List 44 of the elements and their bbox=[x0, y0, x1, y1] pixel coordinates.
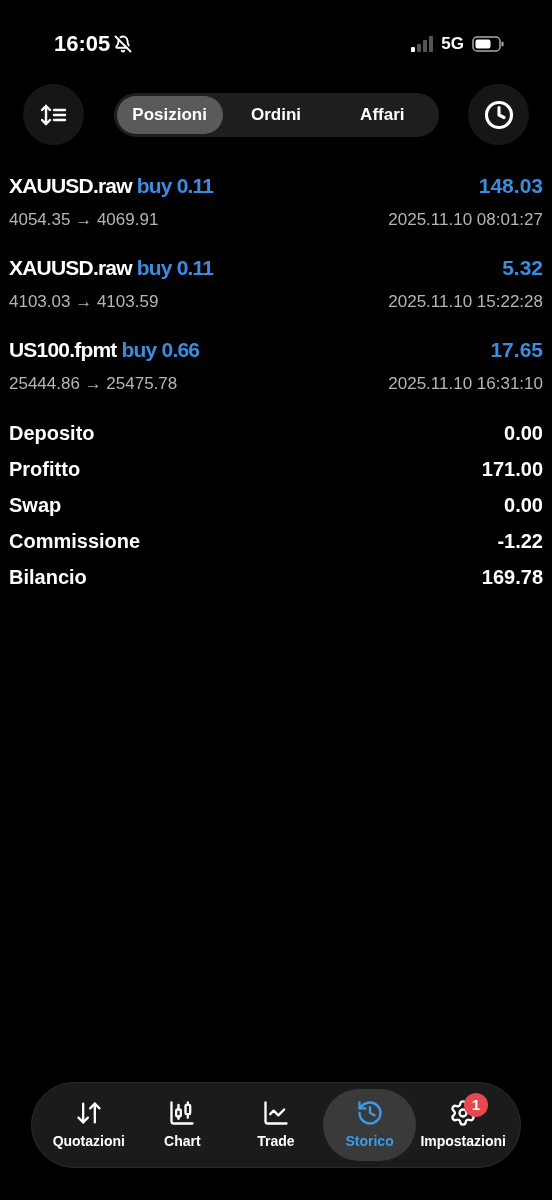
signal-icon bbox=[411, 35, 434, 52]
tab-bar-item[interactable]: Quotazioni bbox=[42, 1089, 136, 1161]
segment-tab[interactable]: Affari bbox=[329, 95, 436, 134]
summary-label: Swap bbox=[9, 493, 62, 518]
summary-label: Deposito bbox=[9, 421, 95, 446]
trade-time: 2025.11.10 08:01:27 bbox=[388, 208, 543, 231]
trade-symbol: XAUUSD.raw bbox=[9, 255, 132, 281]
line-chart-icon bbox=[262, 1098, 290, 1127]
summary-label: Bilancio bbox=[9, 565, 87, 590]
trade-time: 2025.11.10 15:22:28 bbox=[388, 290, 543, 313]
candlestick-icon bbox=[168, 1098, 197, 1127]
trade-side: buy 0.11 bbox=[136, 173, 214, 199]
tab-bar-item[interactable]: Storico bbox=[322, 1089, 417, 1161]
trade-prices: 4103.03 → 4103.59 bbox=[9, 290, 159, 313]
battery-icon bbox=[472, 35, 504, 52]
trade-symbol: US100.fpmt bbox=[9, 337, 117, 363]
trade-side: buy 0.66 bbox=[121, 337, 200, 363]
summary-value: 0.00 bbox=[504, 421, 543, 446]
trade-prices: 25444.86 → 25475.78 bbox=[9, 372, 178, 395]
segment-tab[interactable]: Posizioni bbox=[116, 95, 223, 134]
trade-profit: 5.32 bbox=[502, 255, 543, 281]
history-icon bbox=[355, 1098, 384, 1127]
notification-badge: 1 bbox=[463, 1093, 488, 1117]
status-time: 16:05 bbox=[54, 30, 111, 58]
segment-tab[interactable]: Ordini bbox=[222, 95, 330, 134]
summary-label: Profitto bbox=[9, 457, 81, 482]
trade-profit: 148.03 bbox=[478, 173, 543, 199]
trade-prices: 4054.35 → 4069.91 bbox=[9, 208, 159, 231]
settings-icon bbox=[449, 1098, 478, 1127]
tab-bar-item[interactable]: Impostazioni 1 bbox=[416, 1089, 510, 1161]
sort-icon bbox=[40, 103, 67, 126]
trade-side: buy 0.11 bbox=[136, 255, 214, 281]
trade-symbol: XAUUSD.raw bbox=[9, 173, 132, 199]
summary-value: 0.00 bbox=[504, 493, 543, 518]
tab-bar-item[interactable]: Chart bbox=[135, 1089, 230, 1161]
summary-label: Commissione bbox=[9, 529, 141, 554]
trade-profit: 17.65 bbox=[490, 337, 543, 363]
summary-value: 171.00 bbox=[481, 457, 543, 482]
summary-value: -1.22 bbox=[497, 529, 543, 554]
summary-value: 169.78 bbox=[481, 565, 543, 590]
tab-bar-item[interactable]: Trade bbox=[229, 1089, 323, 1161]
clock-icon bbox=[483, 99, 514, 130]
trade-time: 2025.11.10 16:31:10 bbox=[388, 372, 543, 395]
network-label: 5G bbox=[441, 32, 464, 55]
